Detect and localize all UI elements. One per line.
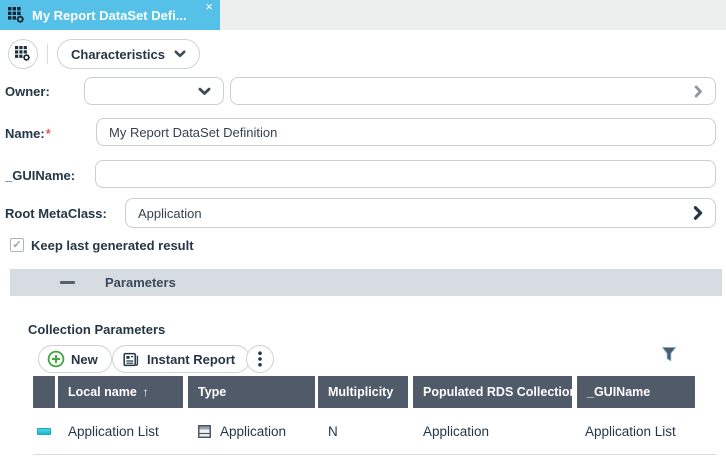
collection-parameters-title: Collection Parameters bbox=[28, 322, 165, 337]
report-dataset-definition-pane: My Report DataSet Defi... × Characterist… bbox=[0, 0, 726, 462]
tab-strip: My Report DataSet Defi... × bbox=[0, 0, 726, 30]
instant-report-label: Instant Report bbox=[147, 352, 235, 367]
new-button-label: New bbox=[71, 352, 98, 367]
keep-last-generated-checkbox[interactable]: ✓ bbox=[10, 238, 24, 252]
parameters-section-header[interactable]: Parameters bbox=[10, 269, 722, 296]
chevron-right-icon[interactable] bbox=[694, 85, 703, 98]
row-divider bbox=[33, 454, 716, 455]
chevron-right-icon[interactable] bbox=[693, 206, 703, 220]
row-collection-icon[interactable] bbox=[37, 408, 51, 454]
cell-multiplicity[interactable]: N bbox=[328, 408, 338, 454]
parameters-section-title: Parameters bbox=[105, 275, 176, 290]
collection-chip-icon bbox=[37, 428, 51, 435]
report-document-icon bbox=[123, 352, 140, 367]
sort-ascending-icon: ↑ bbox=[143, 385, 149, 399]
new-button[interactable]: New bbox=[38, 345, 112, 373]
tab-close-icon[interactable]: × bbox=[205, 0, 213, 14]
keep-last-generated-label: Keep last generated result bbox=[31, 238, 194, 253]
plus-circle-icon bbox=[47, 350, 65, 368]
owner-select[interactable] bbox=[84, 77, 224, 105]
characteristics-dropdown[interactable]: Characteristics bbox=[57, 39, 200, 69]
tab-title: My Report DataSet Defi... bbox=[32, 8, 187, 23]
cell-local-name[interactable]: Application List bbox=[68, 408, 159, 454]
name-input-value: My Report DataSet Definition bbox=[109, 125, 277, 140]
dataset-grid-gear-icon bbox=[8, 7, 25, 24]
more-actions-button[interactable] bbox=[246, 345, 274, 373]
metaclass-icon bbox=[198, 425, 211, 438]
required-asterisk: * bbox=[46, 126, 51, 141]
owner-picker-field[interactable] bbox=[230, 77, 716, 105]
chevron-down-icon bbox=[198, 87, 211, 96]
filter-button[interactable] bbox=[661, 346, 677, 363]
collapse-minus-icon[interactable] bbox=[60, 281, 75, 284]
chevron-down-icon bbox=[174, 50, 186, 58]
dataset-tool-button[interactable] bbox=[8, 39, 38, 69]
column-header-populated-rds-collection[interactable]: Populated RDS Collection bbox=[413, 376, 572, 408]
column-header-guiname[interactable]: _GUIName bbox=[577, 376, 695, 408]
check-icon: ✓ bbox=[12, 239, 21, 251]
toolbar-separator bbox=[47, 44, 48, 64]
tab-my-report-dataset-definition[interactable]: My Report DataSet Defi... × bbox=[0, 0, 220, 30]
column-header-icon[interactable] bbox=[33, 376, 55, 408]
characteristics-label: Characteristics bbox=[71, 47, 165, 62]
name-label: Name:* bbox=[5, 126, 51, 141]
name-input[interactable]: My Report DataSet Definition bbox=[96, 118, 716, 146]
cell-guiname[interactable]: Application List bbox=[585, 408, 676, 454]
dataset-grid-gear-icon bbox=[15, 46, 31, 62]
filter-funnel-icon bbox=[661, 346, 677, 363]
instant-report-button[interactable]: Instant Report bbox=[112, 345, 250, 373]
column-header-multiplicity[interactable]: Multiplicity bbox=[318, 376, 408, 408]
column-header-type[interactable]: Type bbox=[188, 376, 315, 408]
guiname-label: _GUIName: bbox=[5, 168, 75, 183]
root-metaclass-picker[interactable]: Application bbox=[125, 198, 716, 228]
cell-populated-rds-collection[interactable]: Application bbox=[423, 408, 489, 454]
root-metaclass-label: Root MetaClass: bbox=[5, 206, 107, 221]
root-metaclass-value: Application bbox=[138, 206, 202, 221]
owner-label: Owner: bbox=[5, 84, 50, 99]
guiname-input[interactable] bbox=[95, 160, 716, 188]
column-header-local-name[interactable]: Local name ↑ bbox=[58, 376, 183, 408]
kebab-menu-icon bbox=[258, 351, 262, 367]
cell-type[interactable]: Application bbox=[198, 408, 286, 454]
